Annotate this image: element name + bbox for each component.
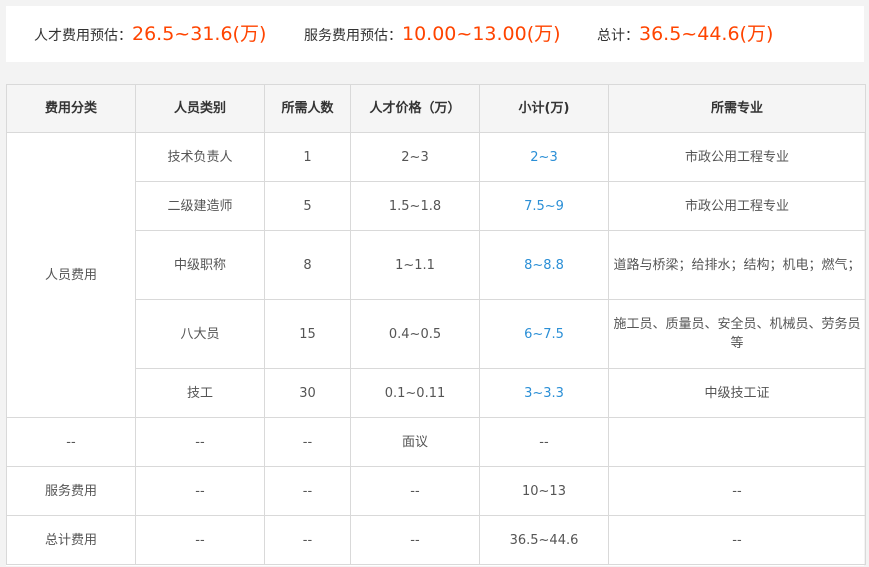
personnel-type-cell: 八大员 — [135, 299, 265, 369]
subtotal-cell: 10~13 — [479, 466, 609, 516]
table-row-total-cost: 总计费用 -- -- -- 36.5~44.6 -- — [6, 515, 866, 565]
subtotal-cell: 6~7.5 — [479, 299, 609, 369]
personnel-type-cell: -- — [135, 515, 265, 565]
major-cell: 中级技工证 — [608, 368, 866, 418]
major-cell — [608, 417, 866, 467]
count-cell: 8 — [264, 230, 351, 300]
cost-breakdown-table: 费用分类 人员类别 所需人数 人才价格（万） 小计(万) 所需专业 人员费用 技… — [6, 84, 866, 565]
price-cell: -- — [350, 515, 480, 565]
header-subtotal: 小计(万) — [479, 84, 609, 133]
category-personnel-cost: 人员费用 — [6, 132, 136, 418]
major-cell: 施工员、质量员、安全员、机械员、劳务员等 — [608, 299, 866, 369]
count-cell: 5 — [264, 181, 351, 231]
subtotal-cell: 8~8.8 — [479, 230, 609, 300]
personnel-type-cell: 二级建造师 — [135, 181, 265, 231]
talent-cost-label: 人才费用预估： — [34, 28, 132, 44]
count-cell: 15 — [264, 299, 351, 369]
count-cell: 30 — [264, 368, 351, 418]
table-header-row: 费用分类 人员类别 所需人数 人才价格（万） 小计(万) 所需专业 — [6, 84, 866, 133]
table-row: 技工 30 0.1~0.11 3~3.3 中级技工证 — [7, 368, 866, 418]
subtotal-cell: 3~3.3 — [479, 368, 609, 418]
subtotal-cell: -- — [479, 417, 609, 467]
header-required-count: 所需人数 — [264, 84, 351, 133]
table-row-service-cost: 服务费用 -- -- -- 10~13 -- — [6, 466, 866, 516]
major-cell: -- — [608, 515, 866, 565]
category-cell: -- — [6, 417, 136, 467]
cost-table-container: 费用分类 人员类别 所需人数 人才价格（万） 小计(万) 所需专业 人员费用 技… — [6, 84, 866, 566]
table-row-negotiable: -- -- -- 面议 -- — [6, 417, 866, 467]
count-cell: -- — [264, 417, 351, 467]
header-talent-price: 人才价格（万） — [350, 84, 480, 133]
header-personnel-type: 人员类别 — [135, 84, 265, 133]
personnel-type-cell: 中级职称 — [135, 230, 265, 300]
price-cell: 面议 — [350, 417, 480, 467]
service-cost-estimate: 服务费用预估：10.00~13.00(万) — [304, 6, 561, 62]
subtotal-cell: 36.5~44.6 — [479, 515, 609, 565]
personnel-type-cell: -- — [135, 466, 265, 516]
count-cell: -- — [264, 466, 351, 516]
table-row: 中级职称 8 1~1.1 8~8.8 道路与桥梁；给排水；结构；机电；燃气； — [7, 230, 866, 300]
service-cost-value: 10.00~13.00(万) — [402, 23, 561, 45]
total-cost-label: 总计： — [597, 28, 639, 44]
major-cell: 道路与桥梁；给排水；结构；机电；燃气； — [608, 230, 866, 300]
table-row: 人员费用 技术负责人 1 2~3 2~3 市政公用工程专业 — [6, 132, 866, 418]
personnel-type-cell: -- — [135, 417, 265, 467]
personnel-type-cell: 技术负责人 — [135, 132, 265, 182]
service-cost-label: 服务费用预估： — [304, 28, 402, 44]
table-row: 二级建造师 5 1.5~1.8 7.5~9 市政公用工程专业 — [7, 181, 866, 231]
subtotal-cell: 7.5~9 — [479, 181, 609, 231]
total-cost-value: 36.5~44.6(万) — [639, 23, 774, 45]
cost-summary-bar: 人才费用预估：26.5~31.6(万) 服务费用预估：10.00~13.00(万… — [6, 6, 864, 62]
major-cell: 市政公用工程专业 — [608, 181, 866, 231]
major-cell: 市政公用工程专业 — [608, 132, 866, 182]
major-cell: -- — [608, 466, 866, 516]
talent-cost-estimate: 人才费用预估：26.5~31.6(万) — [34, 6, 266, 62]
subtotal-cell: 2~3 — [479, 132, 609, 182]
header-cost-category: 费用分类 — [6, 84, 136, 133]
talent-cost-value: 26.5~31.6(万) — [132, 23, 267, 45]
price-cell: 0.1~0.11 — [350, 368, 480, 418]
category-service-cost: 服务费用 — [6, 466, 136, 516]
personnel-type-cell: 技工 — [135, 368, 265, 418]
count-cell: -- — [264, 515, 351, 565]
price-cell: 1.5~1.8 — [350, 181, 480, 231]
header-required-major: 所需专业 — [608, 84, 866, 133]
price-cell: 1~1.1 — [350, 230, 480, 300]
category-total-cost: 总计费用 — [6, 515, 136, 565]
price-cell: 0.4~0.5 — [350, 299, 480, 369]
price-cell: 2~3 — [350, 132, 480, 182]
count-cell: 1 — [264, 132, 351, 182]
table-row: 八大员 15 0.4~0.5 6~7.5 施工员、质量员、安全员、机械员、劳务员… — [7, 299, 866, 369]
total-cost-estimate: 总计：36.5~44.6(万) — [597, 6, 773, 62]
price-cell: -- — [350, 466, 480, 516]
